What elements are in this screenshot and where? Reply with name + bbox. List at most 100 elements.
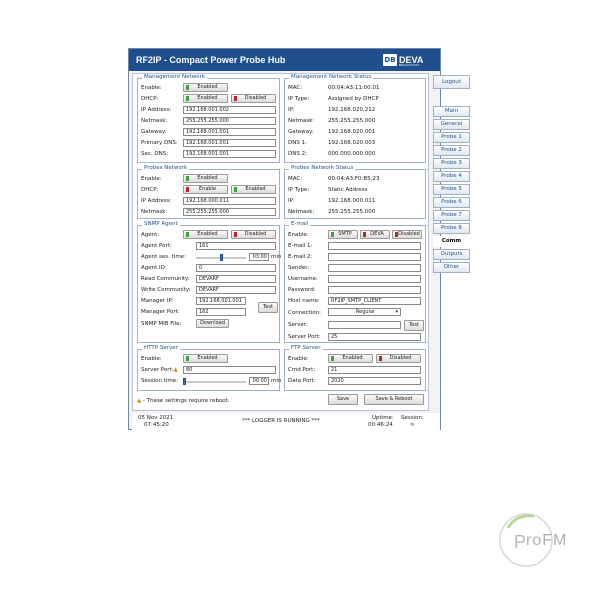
save-button[interactable]: Save (328, 394, 358, 405)
snmp-session-slider[interactable] (196, 254, 246, 261)
probes-mac-value: 00:04:A3:F0:B5:23 (328, 176, 380, 182)
probes-ip-label: IP Address: (141, 198, 172, 204)
snmp-mip-label: Manager IP: (141, 298, 174, 304)
probes-enable-button[interactable]: Enabled (183, 174, 228, 183)
nav-probe-3[interactable]: Probe 3 (433, 158, 470, 169)
server-field[interactable] (328, 321, 401, 329)
sender-field[interactable] (328, 264, 421, 272)
warning-icon: ▲ (173, 367, 178, 373)
ftp-data-field[interactable]: 2020 (328, 377, 421, 385)
ftp-enable-label: Enable: (288, 356, 309, 362)
snmp-test-button[interactable]: Test (258, 302, 278, 313)
mgmt-enable-label: Enable: (141, 85, 162, 91)
nav-outputs[interactable]: Outputs (433, 249, 470, 260)
mgmt-status-dns1-label: DNS 1: (288, 140, 307, 146)
email2-field[interactable] (328, 253, 421, 261)
save-reboot-button[interactable]: Save & Reboot (364, 394, 424, 405)
management-status-title: Management Network Status (289, 74, 374, 80)
snmp-ses-label: Agent ses. time: (141, 254, 186, 260)
mgmt-dhcp-disabled-button[interactable]: Disabled (231, 94, 276, 103)
email-smtp-button[interactable]: SMTP (328, 230, 358, 239)
mgmt-netmask-field[interactable]: 255.255.255.000 (183, 117, 276, 125)
snmp-ses-field[interactable]: 03:00 (249, 253, 269, 261)
mgmt-iptype-label: IP Type: (288, 96, 310, 102)
app-title: RF2IP - Compact Power Probe Hub (136, 55, 286, 65)
probes-netmask-field[interactable]: 255.255.255.000 (183, 208, 276, 216)
probes-status-ip-value: 192.168.000.011 (328, 198, 376, 204)
mgmt-enable-button[interactable]: Enabled (183, 83, 228, 92)
server-port-field[interactable]: 25 (328, 333, 421, 341)
deva-logo-sub: BROADCAST (399, 63, 420, 67)
mgmt-mac-value: 00:04:A3:11:00:01 (328, 85, 380, 91)
mgmt-ip-field[interactable]: 192.168.001.002 (183, 106, 276, 114)
connection-select[interactable]: Regular ▾ (328, 308, 401, 316)
snmp-mib-label: SNMP MIB File: (141, 321, 182, 327)
ftp-enabled-button[interactable]: Enabled (328, 354, 373, 363)
mgmt-mac-label: MAC: (288, 85, 303, 91)
mgmt-dhcp-enabled-button[interactable]: Enabled (183, 94, 228, 103)
nav-probe-2[interactable]: Probe 2 (433, 145, 470, 156)
http-enable-button[interactable]: Enabled (183, 354, 228, 363)
snmp-mport-field[interactable]: 162 (196, 308, 246, 316)
logout-button[interactable]: Logout (433, 75, 470, 89)
http-session-slider[interactable] (183, 378, 246, 385)
nav-probe-5[interactable]: Probe 5 (433, 184, 470, 195)
nav-main[interactable]: Main (433, 106, 470, 117)
snmp-write-field[interactable]: DEVARF (196, 286, 276, 294)
title-bar: RF2IP - Compact Power Probe Hub DB DEVA … (129, 49, 440, 71)
slider-thumb[interactable] (220, 254, 223, 261)
ftp-server-group: FTP Server Enable: Enabled Disabled Cmd … (284, 345, 426, 391)
http-port-field[interactable]: 80 (183, 366, 276, 374)
username-field[interactable] (328, 275, 421, 283)
nav-other[interactable]: Other (433, 262, 470, 273)
mgmt-pdns-field[interactable]: 192.168.001.001 (183, 139, 276, 147)
server-label: Server: (288, 322, 308, 328)
probes-dhcp-enabled-button[interactable]: Enabled (231, 185, 276, 194)
http-ses-label: Session time: (141, 378, 179, 384)
ftp-server-title: FTP Server (289, 345, 323, 351)
snmp-mip-field[interactable]: 192.168.001.001 (196, 297, 246, 305)
nav-probe-6[interactable]: Probe 6 (433, 197, 470, 208)
email-deva-button[interactable]: DEVA (360, 230, 390, 239)
email-disabled-button[interactable]: Disabled (392, 230, 422, 239)
hostname-field[interactable]: RF2IP_SMTP_CLIENT (328, 297, 421, 305)
connection-value: Regular (355, 309, 376, 315)
logger-status: *** LOGGER IS RUNNING *** (242, 418, 320, 424)
nav-general[interactable]: General (433, 119, 470, 130)
probes-status-group: Probes Network Status MAC: 00:04:A3:F0:B… (284, 165, 426, 219)
ftp-cmd-field[interactable]: 21 (328, 366, 421, 374)
snmp-read-field[interactable]: DEVARF (196, 275, 276, 283)
http-ses-field[interactable]: 00:00 (249, 377, 269, 385)
snmp-disabled-button[interactable]: Disabled (231, 230, 276, 239)
nav-probe-7[interactable]: Probe 7 (433, 210, 470, 221)
snmp-write-label: Write Community: (141, 287, 191, 293)
probes-dhcp-enable-button[interactable]: Enable (183, 185, 228, 194)
snmp-download-button[interactable]: Download (196, 319, 229, 328)
mgmt-status-netmask-value: 255.255.255.000 (328, 118, 376, 124)
mgmt-pdns-label: Primary DNS: (141, 140, 178, 146)
password-field[interactable] (328, 286, 421, 294)
probes-network-title: Probes Network (142, 165, 190, 171)
nav-probe-8[interactable]: Probe 8 (433, 223, 470, 234)
slider-thumb[interactable] (183, 378, 186, 385)
status-footer: 05 Nov 2021 07:45:20 *** LOGGER IS RUNNI… (132, 413, 440, 430)
mgmt-sdns-label: Sec. DNS: (141, 151, 169, 157)
email1-field[interactable] (328, 242, 421, 250)
nav-probe-1[interactable]: Probe 1 (433, 132, 470, 143)
nav-probe-4[interactable]: Probe 4 (433, 171, 470, 182)
email2-label: E-mail 2: (288, 254, 313, 260)
management-status-group: Management Network Status MAC: 00:04:A3:… (284, 74, 426, 163)
probes-ip-field[interactable]: 192.168.000.011 (183, 197, 276, 205)
email-test-button[interactable]: Test (404, 320, 424, 331)
snmp-id-field[interactable]: 0 (196, 264, 276, 272)
ftp-disabled-button[interactable]: Disabled (376, 354, 421, 363)
connection-label: Connection: (288, 310, 321, 316)
mgmt-status-dns1-value: 192.168.020.003 (328, 140, 376, 146)
probes-status-netmask-value: 255.255.255.000 (328, 209, 376, 215)
snmp-port-field[interactable]: 161 (196, 242, 276, 250)
email-group: E-mail Enable: SMTP DEVA Disabled E-mail… (284, 221, 426, 343)
nav-comm[interactable]: Comm (433, 236, 470, 247)
snmp-enabled-button[interactable]: Enabled (183, 230, 228, 239)
mgmt-sdns-field[interactable]: 192.168.001.001 (183, 150, 276, 158)
mgmt-gateway-field[interactable]: 192.168.001.001 (183, 128, 276, 136)
